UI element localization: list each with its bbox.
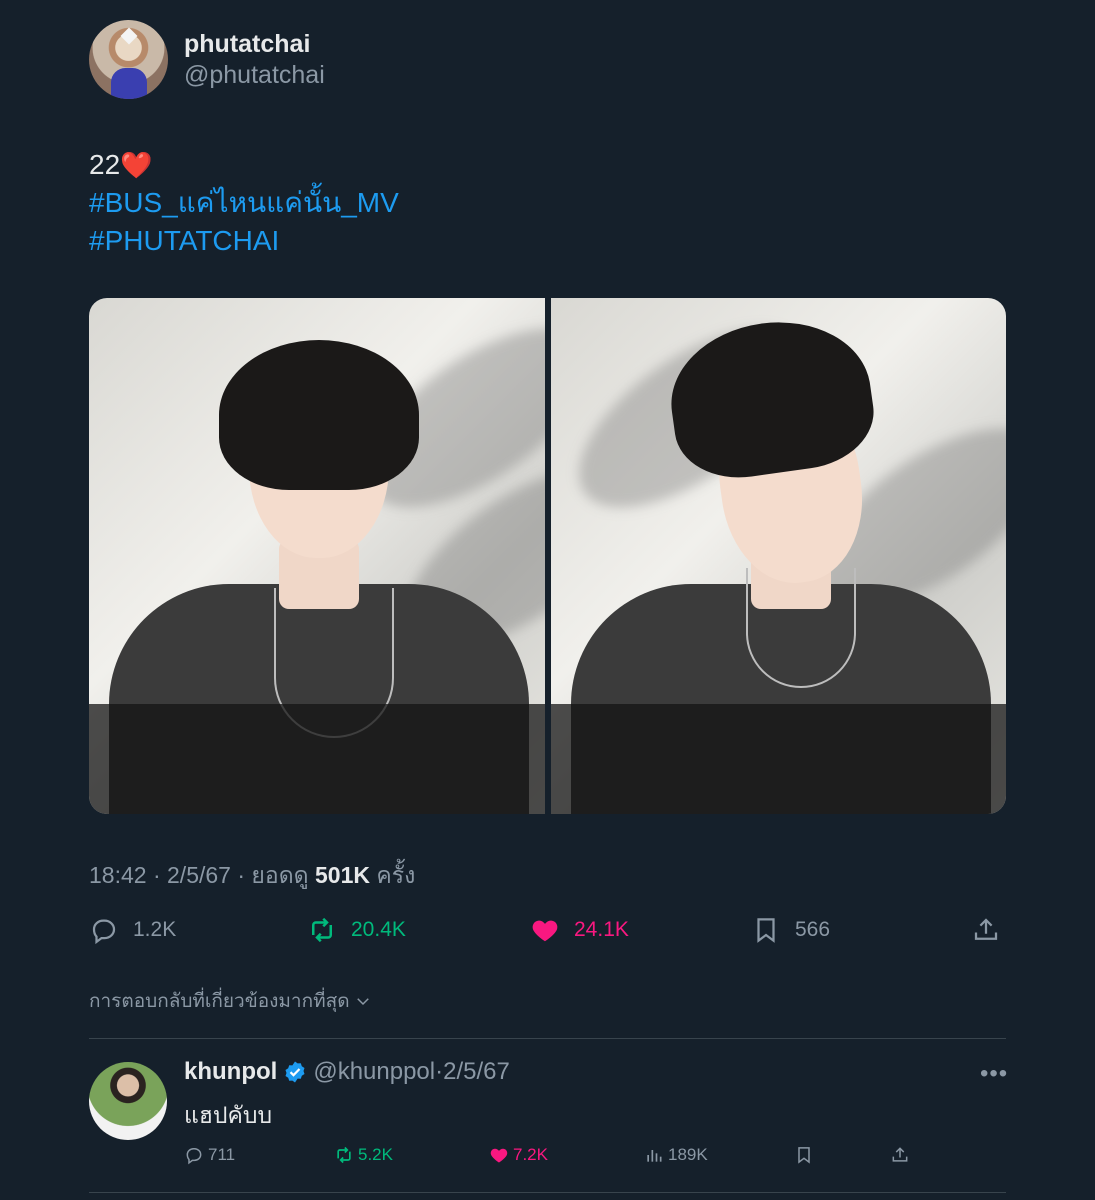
divider: [89, 1192, 1006, 1193]
reply-author-name[interactable]: khunpol: [184, 1058, 277, 1086]
sort-label: การตอบกลับที่เกี่ยวข้องมากที่สุด: [89, 991, 350, 1012]
like-count: 24.1K: [574, 918, 629, 941]
reply-date[interactable]: 2/5/67: [443, 1058, 510, 1086]
reply-icon: [92, 919, 116, 945]
tweet-detail-page: phutatchai @phutatchai 22❤️ #BUS_แค่ไหนแ…: [0, 0, 1095, 1200]
bookmark-button[interactable]: 566: [751, 910, 830, 950]
tweet-media-grid: [89, 298, 1006, 814]
views-prefix: ยอดดู: [251, 862, 309, 888]
retweet-icon: [312, 917, 332, 943]
tweet-photo-2[interactable]: [550, 298, 1006, 814]
share-button[interactable]: [971, 910, 1015, 950]
hashtag-link-bus[interactable]: #BUS_แค่ไหนแค่นั้น_MV: [89, 184, 399, 222]
bookmark-icon: [798, 1147, 810, 1164]
like-button[interactable]: 24.1K: [530, 910, 629, 950]
views-count: 501K: [314, 862, 370, 888]
reply-reply-count: 711: [208, 1145, 236, 1164]
reply-views-button[interactable]: 189K: [644, 1142, 708, 1168]
reply-bookmark-button[interactable]: [794, 1142, 818, 1168]
meta-separator: ·: [152, 862, 161, 888]
divider: [89, 1038, 1006, 1039]
reply-reply-button[interactable]: 711: [184, 1142, 235, 1168]
reply-icon: [186, 1148, 202, 1165]
share-icon: [892, 1147, 908, 1162]
reply-action-bar: 711 5.2K 7.2K 189K: [184, 1142, 914, 1168]
reply-header: khunpol @khunppol · 2/5/67: [184, 1058, 510, 1086]
reply-author-handle[interactable]: @khunppol: [313, 1058, 435, 1086]
reply-like-count: 7.2K: [513, 1145, 548, 1164]
tweet-action-bar: 1.2K 20.4K 24.1K 566: [89, 910, 1006, 950]
share-icon: [974, 918, 998, 940]
heart-filled-icon: [490, 1148, 508, 1163]
reply-separator: ·: [435, 1058, 444, 1085]
reply-count: 1.2K: [133, 918, 177, 941]
more-options-icon[interactable]: •••: [980, 1060, 1008, 1088]
tweet-text-line: 22❤️: [89, 146, 399, 184]
reply-share-button[interactable]: [890, 1142, 914, 1168]
tweet-text: 22❤️ #BUS_แค่ไหนแค่นั้น_MV #PHUTATCHAI: [89, 146, 399, 260]
tweet-meta: 18:42 · 2/5/67 · ยอดดู 501K ครั้ง: [89, 858, 415, 894]
chevron-down-icon: [356, 998, 369, 1006]
tweet-text-number: 22: [89, 149, 121, 180]
author-handle[interactable]: @phutatchai: [184, 59, 325, 91]
heart-filled-icon: [532, 920, 558, 942]
tweet-date[interactable]: 2/5/67: [167, 862, 231, 888]
replies-sort-dropdown[interactable]: การตอบกลับที่เกี่ยวข้องมากที่สุด: [89, 986, 372, 1016]
reply-views-count: 189K: [668, 1145, 708, 1164]
verified-badge-icon: [285, 1061, 305, 1083]
reply-like-button[interactable]: 7.2K: [489, 1142, 548, 1168]
reply-button[interactable]: 1.2K: [89, 910, 176, 950]
retweet-icon: [337, 1146, 351, 1164]
hashtag-link-phutatchai[interactable]: #PHUTATCHAI: [89, 222, 399, 260]
reply-retweet-count: 5.2K: [358, 1145, 393, 1164]
author-names: phutatchai @phutatchai: [184, 29, 325, 91]
views-suffix: ครั้ง: [376, 862, 416, 888]
meta-separator: ·: [237, 862, 246, 888]
reply-author-avatar[interactable]: [89, 1062, 167, 1140]
tweet-photo-1[interactable]: [89, 298, 545, 814]
bookmark-count: 566: [795, 918, 831, 941]
analytics-icon: [647, 1150, 662, 1162]
tweet-time[interactable]: 18:42: [89, 862, 147, 888]
reply-text: แฮปคับบ: [184, 1102, 273, 1128]
tweet-author[interactable]: phutatchai @phutatchai: [89, 20, 325, 99]
retweet-button[interactable]: 20.4K: [307, 910, 406, 950]
author-display-name[interactable]: phutatchai: [184, 29, 325, 59]
bookmark-icon: [757, 918, 775, 943]
author-avatar[interactable]: [89, 20, 168, 99]
reply-retweet-button[interactable]: 5.2K: [334, 1142, 393, 1168]
retweet-count: 20.4K: [351, 918, 406, 941]
red-heart-emoji: ❤️: [120, 150, 153, 180]
